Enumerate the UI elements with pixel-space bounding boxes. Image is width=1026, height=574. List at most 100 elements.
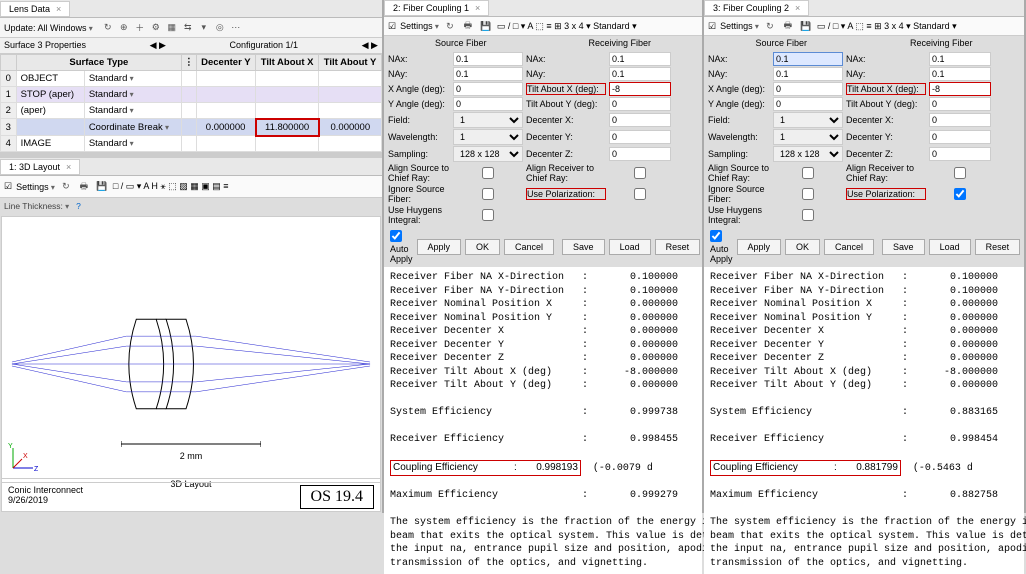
layout-3d-view[interactable]: Y Z X 2 mm 3D Layout Conic Interconnect … [1,216,381,512]
reset-button[interactable]: Reset [975,239,1021,255]
xangle-input[interactable] [773,82,843,96]
lens-data-table[interactable]: Surface Type ⋮ Decenter Y Tilt About X T… [0,54,382,152]
refresh-icon[interactable]: ↻ [101,21,115,35]
sampling-select[interactable]: 128 x 128 [773,146,843,162]
reset-button[interactable]: Reset [655,239,701,255]
tilt-about-x-input[interactable] [609,82,671,96]
ignore-source-checkbox[interactable] [453,188,523,200]
save-button[interactable]: Save [882,239,925,255]
save-icon[interactable]: 💾 [799,19,813,33]
col-tilt-x[interactable]: Tilt About X [256,55,319,71]
print-icon[interactable]: 🖶 [781,19,795,33]
use-huygens-checkbox[interactable] [453,209,523,221]
print-icon[interactable]: 🖶 [77,180,91,194]
use-huygens-checkbox[interactable] [773,209,843,221]
table-row: 2 (aper) Standard [1,103,382,119]
nax-src-input[interactable] [773,52,843,66]
decenter-y-input[interactable] [929,130,991,144]
col-surface-type[interactable]: Surface Type [16,55,182,71]
align-source-checkbox[interactable] [773,167,843,179]
xangle-input[interactable] [453,82,523,96]
apply-button[interactable]: Apply [417,239,462,255]
sampling-select[interactable]: 128 x 128 [453,146,523,162]
nay-src-input[interactable] [453,67,523,81]
tab-lens-data[interactable]: Lens Data × [0,1,70,17]
close-icon[interactable]: × [56,4,61,14]
field-select[interactable]: 1 [773,112,843,128]
gear-icon[interactable]: ⚙ [149,21,163,35]
nay-src-input[interactable] [773,67,843,81]
yangle-input[interactable] [773,97,843,111]
refresh-icon[interactable]: ↻ [59,180,73,194]
swap-icon[interactable]: ⇆ [181,21,195,35]
use-polarization-checkbox[interactable] [609,188,671,200]
tilt-about-y-input[interactable] [929,97,991,111]
apply-button[interactable]: Apply [737,239,782,255]
decenter-z-input[interactable] [609,147,671,161]
settings-toggle[interactable]: ☑ [708,21,716,32]
cancel-button[interactable]: Cancel [504,239,554,255]
field-select[interactable]: 1 [453,112,523,128]
ignore-source-checkbox[interactable] [773,188,843,200]
nax-src-input[interactable] [453,52,523,66]
yangle-input[interactable] [453,97,523,111]
ok-button[interactable]: OK [465,239,500,255]
decenter-x-input[interactable] [929,113,991,127]
col-tilt-y[interactable]: Tilt About Y [319,55,382,71]
refresh-icon[interactable]: ↻ [443,19,457,33]
close-icon[interactable]: × [795,3,800,13]
settings-dropdown[interactable]: Settings [720,21,759,31]
auto-apply-checkbox[interactable]: Auto Apply [710,230,733,264]
cancel-button[interactable]: Cancel [824,239,874,255]
target-icon[interactable]: ◎ [213,21,227,35]
tilt-about-y-input[interactable] [609,97,671,111]
align-receiver-checkbox[interactable] [929,167,991,179]
load-button[interactable]: Load [929,239,971,255]
decenter-z-input[interactable] [929,147,991,161]
config-icon[interactable]: ⊕ [117,21,131,35]
auto-apply-checkbox[interactable]: Auto Apply [390,230,413,264]
decenter-x-input[interactable] [609,113,671,127]
settings-dropdown[interactable]: Settings [16,182,55,192]
align-source-checkbox[interactable] [453,167,523,179]
tab-fiber-coupling[interactable]: 3: Fiber Coupling 2 × [704,0,809,16]
tilt-about-x-input[interactable] [929,82,991,96]
load-button[interactable]: Load [609,239,651,255]
settings-dropdown[interactable]: Settings [400,21,439,31]
settings-toggle[interactable]: ☑ [4,181,12,192]
close-icon[interactable]: × [475,3,480,13]
tab-fiber-coupling[interactable]: 2: Fiber Coupling 1 × [384,0,489,16]
help-icon[interactable]: ? [72,199,86,213]
nax-rcv-input[interactable] [929,52,991,66]
more-icon[interactable]: ⋯ [229,21,243,35]
nay-rcv-input[interactable] [929,67,991,81]
plus-icon[interactable]: ＋ [133,21,147,35]
svg-text:X: X [23,453,28,460]
settings-toggle[interactable]: ☑ [388,21,396,32]
tab-3d-layout[interactable]: 1: 3D Layout × [0,159,80,175]
dropdown-icon[interactable]: ▾ [197,21,211,35]
update-dropdown[interactable]: Update: All Windows [4,23,93,33]
align-receiver-checkbox[interactable] [609,167,671,179]
line-thickness-dropdown[interactable]: Line Thickness: [4,201,69,211]
nay-rcv-input[interactable] [609,67,671,81]
tab-label: 1: 3D Layout [9,162,60,172]
print-icon[interactable]: 🖶 [461,19,475,33]
tilt-x-cell[interactable]: 11.800000 [256,119,319,136]
source-fiber-header: Source Fiber [435,38,487,48]
close-icon[interactable]: × [66,162,71,172]
decenter-y-input[interactable] [609,130,671,144]
ok-button[interactable]: OK [785,239,820,255]
lens-toolbar: Update: All Windows ↻ ⊕ ＋ ⚙ ▦ ⇆ ▾ ◎ ⋯ [0,18,382,38]
save-button[interactable]: Save [562,239,605,255]
wavelength-select[interactable]: 1 [453,129,523,145]
col-sep: ⋮ [182,55,197,71]
nax-rcv-input[interactable] [609,52,671,66]
save-icon[interactable]: 💾 [479,19,493,33]
save-icon[interactable]: 💾 [95,180,109,194]
col-decenter-y[interactable]: Decenter Y [196,55,255,71]
use-polarization-checkbox[interactable] [929,188,991,200]
grid-icon[interactable]: ▦ [165,21,179,35]
wavelength-select[interactable]: 1 [773,129,843,145]
refresh-icon[interactable]: ↻ [763,19,777,33]
